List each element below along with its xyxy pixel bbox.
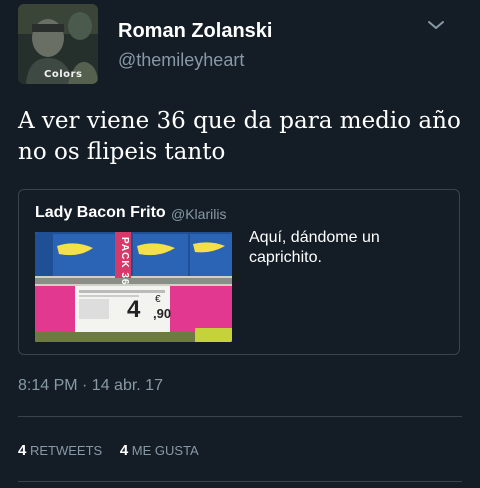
divider [18,481,462,482]
quote-tweet-card[interactable]: Lady Bacon Frito @Klarilis PACK 36 4 € ,… [18,189,460,355]
author-display-name[interactable]: Roman Zolanski [118,20,272,43]
retweets-label: RETWEETS [29,443,103,458]
likes-stat[interactable]: 4 ME GUSTA [120,442,199,459]
quote-tweet-text: Aquí, dándome un caprichito. [249,229,380,266]
chevron-down-icon[interactable] [425,17,447,33]
likes-count: 4 [119,442,129,459]
product-pack-label: PACK 36 [119,237,130,286]
retweets-stat[interactable]: 4 RETWEETS [18,442,102,459]
author-handle[interactable]: @themileyheart [118,50,244,71]
price-tag-currency: € [155,294,161,305]
engagement-stats: 4 RETWEETS 4 ME GUSTA [18,442,213,459]
retweets-count: 4 [18,442,27,459]
avatar-caption: Colors [44,69,83,80]
quote-author-handle: @Klarilis [171,206,227,222]
tweet-timestamp[interactable]: 8:14 PM · 14 abr. 17 [18,377,163,395]
product-photo [35,232,232,342]
likes-label: ME GUSTA [131,443,199,458]
avatar[interactable]: Colors [18,4,98,84]
quote-author-display-name: Lady Bacon Frito [35,204,166,221]
price-tag-cents: ,90 [153,306,172,321]
divider [18,416,462,417]
quote-media-image[interactable]: PACK 36 4 € ,90 [35,232,232,342]
tweet-text: A ver viene 36 que da para medio año no … [18,108,461,165]
price-tag-amount: 4 [127,296,141,323]
